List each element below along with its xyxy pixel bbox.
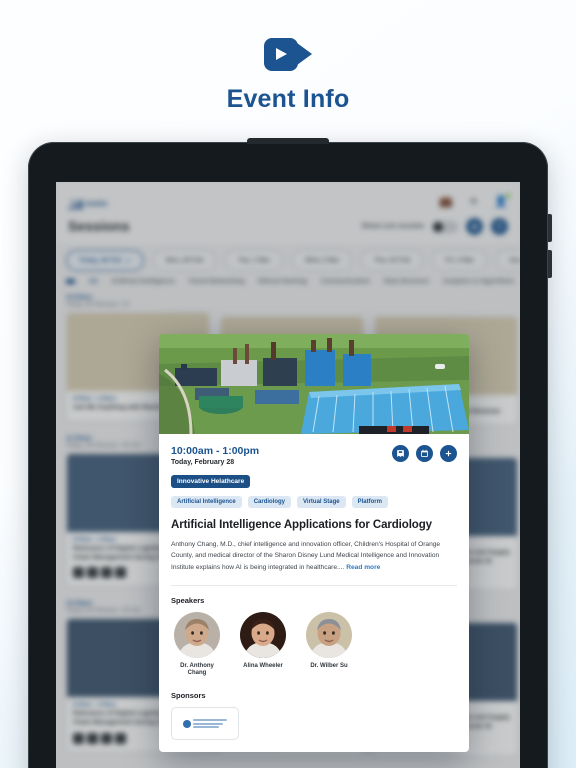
session-tag-2[interactable]: Virtual Stage	[297, 496, 346, 509]
add-button[interactable]	[440, 445, 457, 462]
session-time: 10:00am - 1:00pm	[171, 445, 260, 457]
speaker-avatar	[240, 612, 286, 659]
promo-header: Event Info	[0, 0, 576, 140]
speaker-avatar	[174, 612, 220, 659]
volume-up-button[interactable]	[548, 214, 552, 242]
speaker-item-1[interactable]: Alina Wheeler	[237, 612, 289, 677]
speaker-avatar	[306, 612, 352, 659]
session-description-text: Anthony Chang, M.D., chief intelligence …	[171, 541, 441, 571]
speaker-name: Dr. Anthony Chang	[180, 663, 214, 677]
section-divider	[171, 585, 457, 587]
sponsors-heading: Sponsors	[171, 691, 206, 701]
session-tag-3[interactable]: Platform	[351, 496, 388, 509]
session-date: Today, February 28	[171, 459, 235, 467]
session-description: Anthony Chang, M.D., chief intelligence …	[171, 539, 457, 573]
sponsor-wordmark	[193, 719, 227, 729]
volume-down-button[interactable]	[548, 250, 552, 278]
session-tag-0[interactable]: Artificial Intelligence	[171, 496, 242, 509]
session-hero-image	[159, 334, 469, 434]
speakers-heading: Speakers	[171, 596, 205, 606]
video-camera-icon	[264, 38, 312, 71]
session-time-row: 10:00am - 1:00pm Today, February 28	[171, 445, 457, 466]
app-screen: ⟂⟃ Hubilo 💼 ✈ 👤 Sessions Show Live sessi…	[56, 182, 520, 768]
promo-title: Event Info	[226, 85, 350, 113]
speaker-name: Alina Wheeler	[243, 663, 283, 670]
tablet-device-frame: ⟂⟃ Hubilo 💼 ✈ 👤 Sessions Show Live sessi…	[28, 138, 552, 768]
session-tag-list: Artificial Intelligence Cardiology Virtual…	[171, 496, 457, 509]
session-action-buttons	[392, 445, 457, 462]
read-more-link[interactable]: Read more	[346, 564, 380, 571]
session-detail-modal: 10:00am - 1:00pm Today, February 28 Inno…	[159, 334, 469, 752]
speaker-item-0[interactable]: Dr. Anthony Chang	[171, 612, 223, 677]
device-camera-notch	[247, 138, 329, 144]
speaker-name: Dr. Wilber Su	[310, 663, 348, 670]
continental-health-sponsor-logo[interactable]	[171, 707, 239, 741]
add-to-calendar-button[interactable]	[416, 445, 433, 462]
speaker-list: Dr. Anthony Chang Alina Wheeler Dr. Wilber…	[171, 612, 457, 677]
speaker-item-2[interactable]: Dr. Wilber Su	[303, 612, 355, 677]
save-session-button[interactable]	[392, 445, 409, 462]
status-badge: Innovative Helathcare	[171, 475, 251, 489]
sponsor-mark-icon	[183, 719, 191, 728]
session-title: Artificial Intelligence Applications for…	[171, 519, 432, 532]
session-tag-1[interactable]: Cardiology	[247, 496, 292, 509]
